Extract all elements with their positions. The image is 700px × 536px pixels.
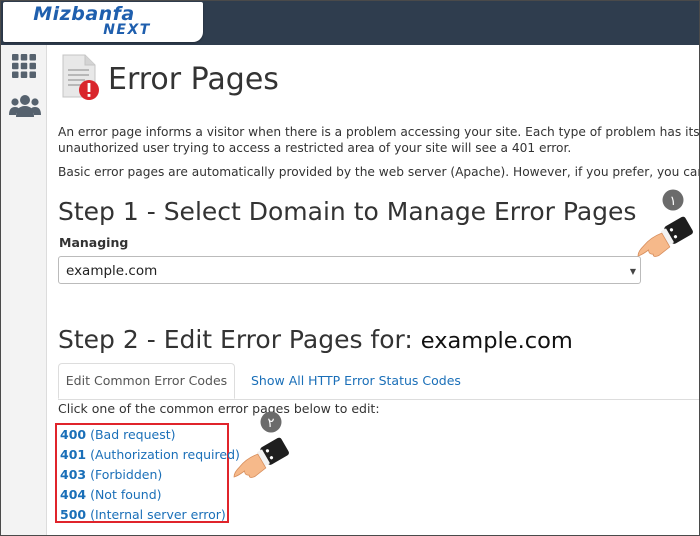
managing-label: Managing: [59, 235, 129, 250]
error-link-500[interactable]: 500 (Internal server error): [60, 507, 226, 522]
brand-logo[interactable]: Mizbanfa NEXT: [3, 2, 203, 42]
error-desc: (Forbidden): [90, 467, 163, 482]
annotation-badge-2: ٢: [268, 416, 275, 431]
tab-show-all-http-codes[interactable]: Show All HTTP Error Status Codes: [251, 363, 461, 399]
sidebar: [1, 45, 47, 535]
domain-select-value: example.com: [66, 263, 158, 279]
intro-line-2: unauthorized user trying to access a res…: [58, 141, 572, 155]
error-page-icon: [62, 54, 99, 100]
pointing-hand-annotation-2: ٢: [227, 408, 297, 486]
error-link-404[interactable]: 404 (Not found): [60, 487, 162, 502]
intro-line-1: An error page informs a visitor when the…: [58, 125, 700, 139]
error-link-403[interactable]: 403 (Forbidden): [60, 467, 162, 482]
error-code: 404: [60, 487, 87, 502]
main-content: Error Pages An error page informs a visi…: [47, 45, 700, 535]
pointing-hand-annotation-1: ١: [631, 189, 699, 267]
error-link-401[interactable]: 401 (Authorization required): [60, 447, 240, 462]
grid-icon[interactable]: [11, 53, 37, 79]
error-desc: (Internal server error): [90, 507, 226, 522]
tab-bar: Edit Common Error Codes Show All HTTP Er…: [58, 363, 699, 400]
step2-heading: Step 2 - Edit Error Pages for: example.c…: [58, 325, 573, 354]
error-code: 400: [60, 427, 87, 442]
domain-select[interactable]: example.com ▼: [58, 256, 641, 284]
instruction-text: Click one of the common error pages belo…: [58, 401, 380, 416]
step2-heading-text: Step 2 - Edit Error Pages for:: [58, 325, 413, 354]
step1-heading: Step 1 - Select Domain to Manage Error P…: [58, 197, 637, 226]
logo-text-bottom: NEXT: [103, 22, 151, 38]
error-code: 500: [60, 507, 87, 522]
error-code: 401: [60, 447, 87, 462]
error-code-list: 400 (Bad request) 401 (Authorization req…: [55, 423, 240, 523]
tab-edit-common-error-codes[interactable]: Edit Common Error Codes: [58, 363, 235, 399]
intro-paragraph-2: Basic error pages are automatically prov…: [58, 165, 700, 179]
page-title: Error Pages: [108, 62, 279, 97]
annotation-badge-1: ١: [670, 194, 677, 209]
caret-down-icon: ▼: [629, 267, 636, 276]
users-icon[interactable]: [9, 93, 41, 119]
error-desc: (Authorization required): [90, 447, 240, 462]
error-code: 403: [60, 467, 87, 482]
error-link-400[interactable]: 400 (Bad request): [60, 427, 176, 442]
error-desc: (Bad request): [90, 427, 176, 442]
top-bar: Mizbanfa NEXT: [1, 1, 699, 45]
error-desc: (Not found): [90, 487, 162, 502]
app-frame: Mizbanfa NEXT Error Pages An error page …: [0, 0, 700, 536]
pointing-hand-icon: ٢: [233, 411, 289, 478]
pointing-hand-icon: ١: [637, 189, 693, 257]
step2-domain: example.com: [420, 328, 573, 354]
